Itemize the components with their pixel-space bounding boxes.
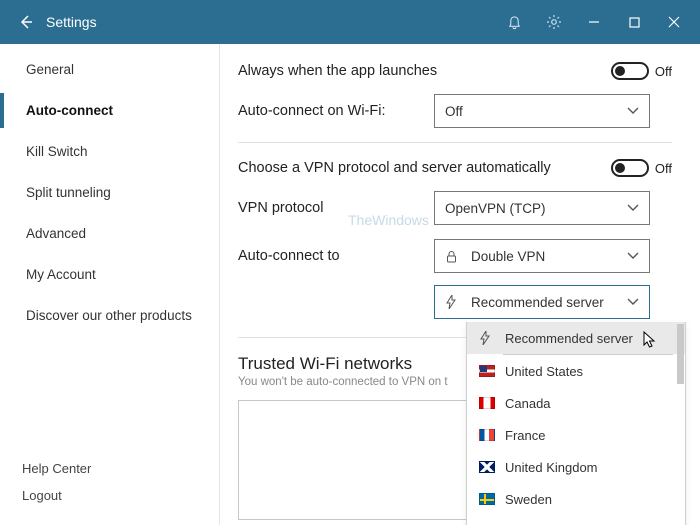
vpn-protocol-value: OpenVPN (TCP)	[445, 201, 546, 216]
dropdown-item-se[interactable]: Sweden	[467, 483, 685, 515]
flag-icon-ca	[479, 397, 495, 409]
window-title: Settings	[46, 14, 494, 30]
chevron-down-icon	[627, 204, 639, 212]
flag-icon-uk	[479, 461, 495, 473]
flag-icon-fr	[479, 429, 495, 441]
gear-icon[interactable]	[534, 0, 574, 44]
dropdown-item-label: Sweden	[505, 492, 552, 507]
sidebar-item-autoconnect[interactable]: Auto-connect	[0, 93, 219, 128]
dropdown-item-label: Recommended server	[505, 331, 633, 346]
dropdown-item-label: United States	[505, 364, 583, 379]
sidebar-item-myaccount[interactable]: My Account	[0, 257, 219, 292]
flag-icon-us	[479, 365, 495, 377]
dropdown-item-label: France	[505, 428, 545, 443]
dropdown-item-ca[interactable]: Canada	[467, 387, 685, 419]
dropdown-item-uk[interactable]: United Kingdom	[467, 451, 685, 483]
dropdown-item-label: Canada	[505, 396, 551, 411]
dropdown-item-us[interactable]: United States	[467, 355, 685, 387]
back-button[interactable]	[12, 8, 40, 36]
dropdown-item-recommended[interactable]: Recommended server	[467, 322, 685, 354]
sidebar: General Auto-connect Kill Switch Split t…	[0, 44, 220, 525]
bell-icon[interactable]	[494, 0, 534, 44]
chevron-down-icon	[627, 107, 639, 115]
auto-wifi-label: Auto-connect on Wi-Fi:	[238, 103, 434, 119]
flag-icon-se	[479, 493, 495, 505]
always-launch-toggle[interactable]	[611, 62, 649, 80]
server-select[interactable]: Recommended server	[434, 285, 650, 319]
dropdown-item-nl[interactable]: Netherlands	[467, 515, 685, 525]
server-select-value: Recommended server	[471, 295, 604, 310]
auto-connect-to-value: Double VPN	[471, 249, 545, 264]
chevron-down-icon	[627, 298, 639, 306]
server-dropdown-popup: Recommended server United States Canada …	[466, 322, 686, 525]
vpn-protocol-select[interactable]: OpenVPN (TCP)	[434, 191, 650, 225]
dropdown-item-label: United Kingdom	[505, 460, 598, 475]
chevron-down-icon	[627, 252, 639, 260]
auto-connect-to-label: Auto-connect to	[238, 248, 434, 264]
auto-wifi-select[interactable]: Off	[434, 94, 650, 128]
logout-link[interactable]: Logout	[22, 482, 219, 509]
divider	[238, 142, 672, 143]
sidebar-item-advanced[interactable]: Advanced	[0, 216, 219, 251]
scrollbar-thumb[interactable]	[677, 324, 684, 384]
sidebar-item-splittunneling[interactable]: Split tunneling	[0, 175, 219, 210]
always-launch-label: Always when the app launches	[238, 63, 611, 79]
choose-protocol-toggle[interactable]	[611, 159, 649, 177]
lock-icon	[445, 250, 463, 263]
dropdown-item-fr[interactable]: France	[467, 419, 685, 451]
sidebar-item-general[interactable]: General	[0, 52, 219, 87]
auto-connect-to-select[interactable]: Double VPN	[434, 239, 650, 273]
bolt-icon	[479, 331, 495, 345]
always-launch-state: Off	[655, 64, 672, 79]
titlebar: Settings	[0, 0, 700, 44]
minimize-button[interactable]	[574, 0, 614, 44]
main-panel: TheWindows Always when the app launches …	[220, 44, 700, 525]
sidebar-item-killswitch[interactable]: Kill Switch	[0, 134, 219, 169]
help-center-link[interactable]: Help Center	[22, 455, 219, 482]
maximize-button[interactable]	[614, 0, 654, 44]
choose-protocol-state: Off	[655, 161, 672, 176]
choose-protocol-label: Choose a VPN protocol and server automat…	[238, 160, 611, 176]
sidebar-item-discover[interactable]: Discover our other products	[0, 298, 219, 333]
vpn-protocol-label: VPN protocol	[238, 200, 434, 216]
close-button[interactable]	[654, 0, 694, 44]
auto-wifi-value: Off	[445, 104, 463, 119]
bolt-icon	[445, 295, 463, 309]
